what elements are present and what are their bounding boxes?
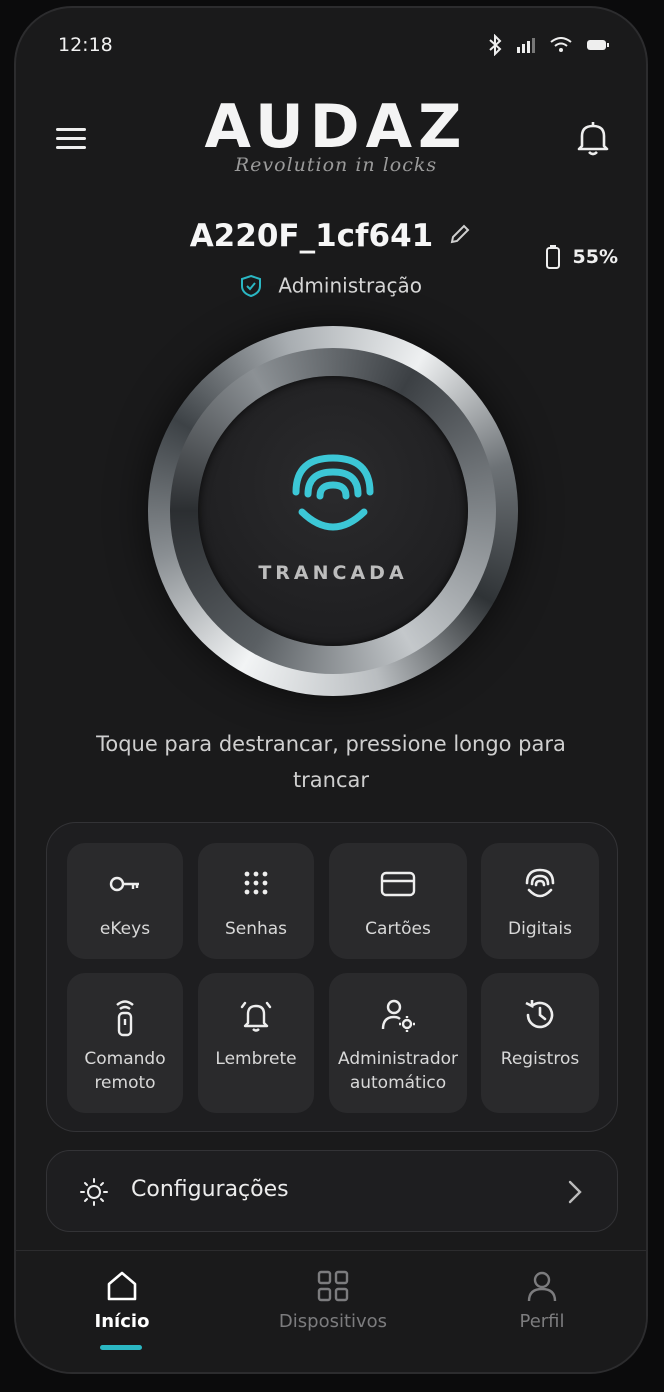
person-icon [527, 1271, 557, 1302]
tile-label: Registros [500, 1049, 580, 1069]
remote-icon [116, 1000, 134, 1037]
wifi-icon [550, 37, 572, 52]
keypad-icon [244, 871, 268, 895]
phone-frame: 12:18 AUDAZ Revolution in locks A220F_1c… [14, 6, 648, 1374]
role-row: Administração [16, 272, 646, 302]
shield-check-icon [241, 274, 262, 297]
tile-label: Comando remoto [84, 1049, 166, 1093]
tile-administrador-automatico[interactable]: Administrador automático [329, 973, 467, 1113]
home-icon [107, 1271, 137, 1301]
tile-lembrete[interactable]: Lembrete [198, 973, 314, 1113]
tile-label: Cartões [365, 919, 431, 939]
edit-name-button[interactable] [448, 222, 472, 250]
tab-label: Dispositivos [278, 1311, 388, 1332]
user-gear-icon [381, 999, 415, 1032]
tile-cartoes[interactable]: Cartões [329, 843, 467, 959]
lock-toggle-button[interactable]: TRANCADA [148, 326, 518, 696]
tile-comando-remoto[interactable]: Comando remoto [67, 973, 183, 1113]
tile-ekeys[interactable]: eKeys [67, 843, 183, 959]
battery-level: 55% [545, 244, 618, 270]
tile-senhas[interactable]: Senhas [198, 843, 314, 959]
status-time: 12:18 [58, 34, 113, 56]
key-icon [109, 876, 139, 892]
bluetooth-icon [489, 34, 502, 56]
tile-label: Senhas [224, 919, 288, 939]
role-label: Administração [278, 273, 422, 298]
lock-state-label: TRANCADA [258, 562, 408, 584]
tile-label: eKeys [99, 919, 151, 939]
tab-label: Perfil [519, 1311, 565, 1332]
grid-icon [317, 1270, 349, 1302]
alarm-bell-icon [240, 1001, 272, 1032]
device-name: A220F_1cf641 [189, 218, 434, 254]
chevron-right-icon [568, 1180, 582, 1204]
lock-face: TRANCADA [198, 376, 468, 646]
hamburger-icon [56, 128, 86, 149]
tab-inicio[interactable]: Início [42, 1269, 202, 1332]
settings-label: Configurações [131, 1177, 289, 1202]
battery-status-icon [587, 40, 609, 50]
status-bar: 12:18 [16, 8, 646, 78]
tile-digitais[interactable]: Digitais [481, 843, 599, 959]
menu-button[interactable] [50, 120, 90, 152]
fingerprint-icon [525, 868, 555, 898]
notifications-button[interactable] [574, 118, 612, 158]
sun-icon [80, 1178, 108, 1206]
tab-perfil[interactable]: Perfil [462, 1269, 622, 1332]
lock-hint: Toque para destrancar, pressione longo p… [96, 732, 566, 792]
battery-percent: 55% [572, 246, 618, 268]
settings-button[interactable]: Configurações [46, 1150, 618, 1232]
fingerprint-lock-icon [292, 454, 374, 531]
pencil-icon [451, 224, 470, 244]
tile-label: Lembrete [215, 1049, 297, 1069]
tab-label: Início [94, 1311, 150, 1332]
signal-icon [517, 38, 535, 53]
card-icon [380, 871, 416, 897]
brand-logo: AUDAZ Revolution in locks [186, 94, 486, 190]
brand-name: AUDAZ [204, 92, 468, 162]
active-tab-indicator [100, 1345, 142, 1350]
header: AUDAZ Revolution in locks [16, 88, 646, 198]
bell-icon [577, 122, 609, 156]
tab-dispositivos[interactable]: Dispositivos [253, 1269, 413, 1332]
bottom-tab-bar: Início Dispositivos Perfil [16, 1250, 646, 1372]
history-icon [525, 1000, 554, 1029]
tile-label: Administrador automático [337, 1049, 458, 1093]
tile-registros[interactable]: Registros [481, 973, 599, 1113]
features-panel: eKeys Senhas Cartões Digitais Comando re… [46, 822, 618, 1132]
tile-label: Digitais [508, 919, 572, 939]
battery-icon [545, 245, 560, 269]
status-icons [488, 34, 610, 56]
